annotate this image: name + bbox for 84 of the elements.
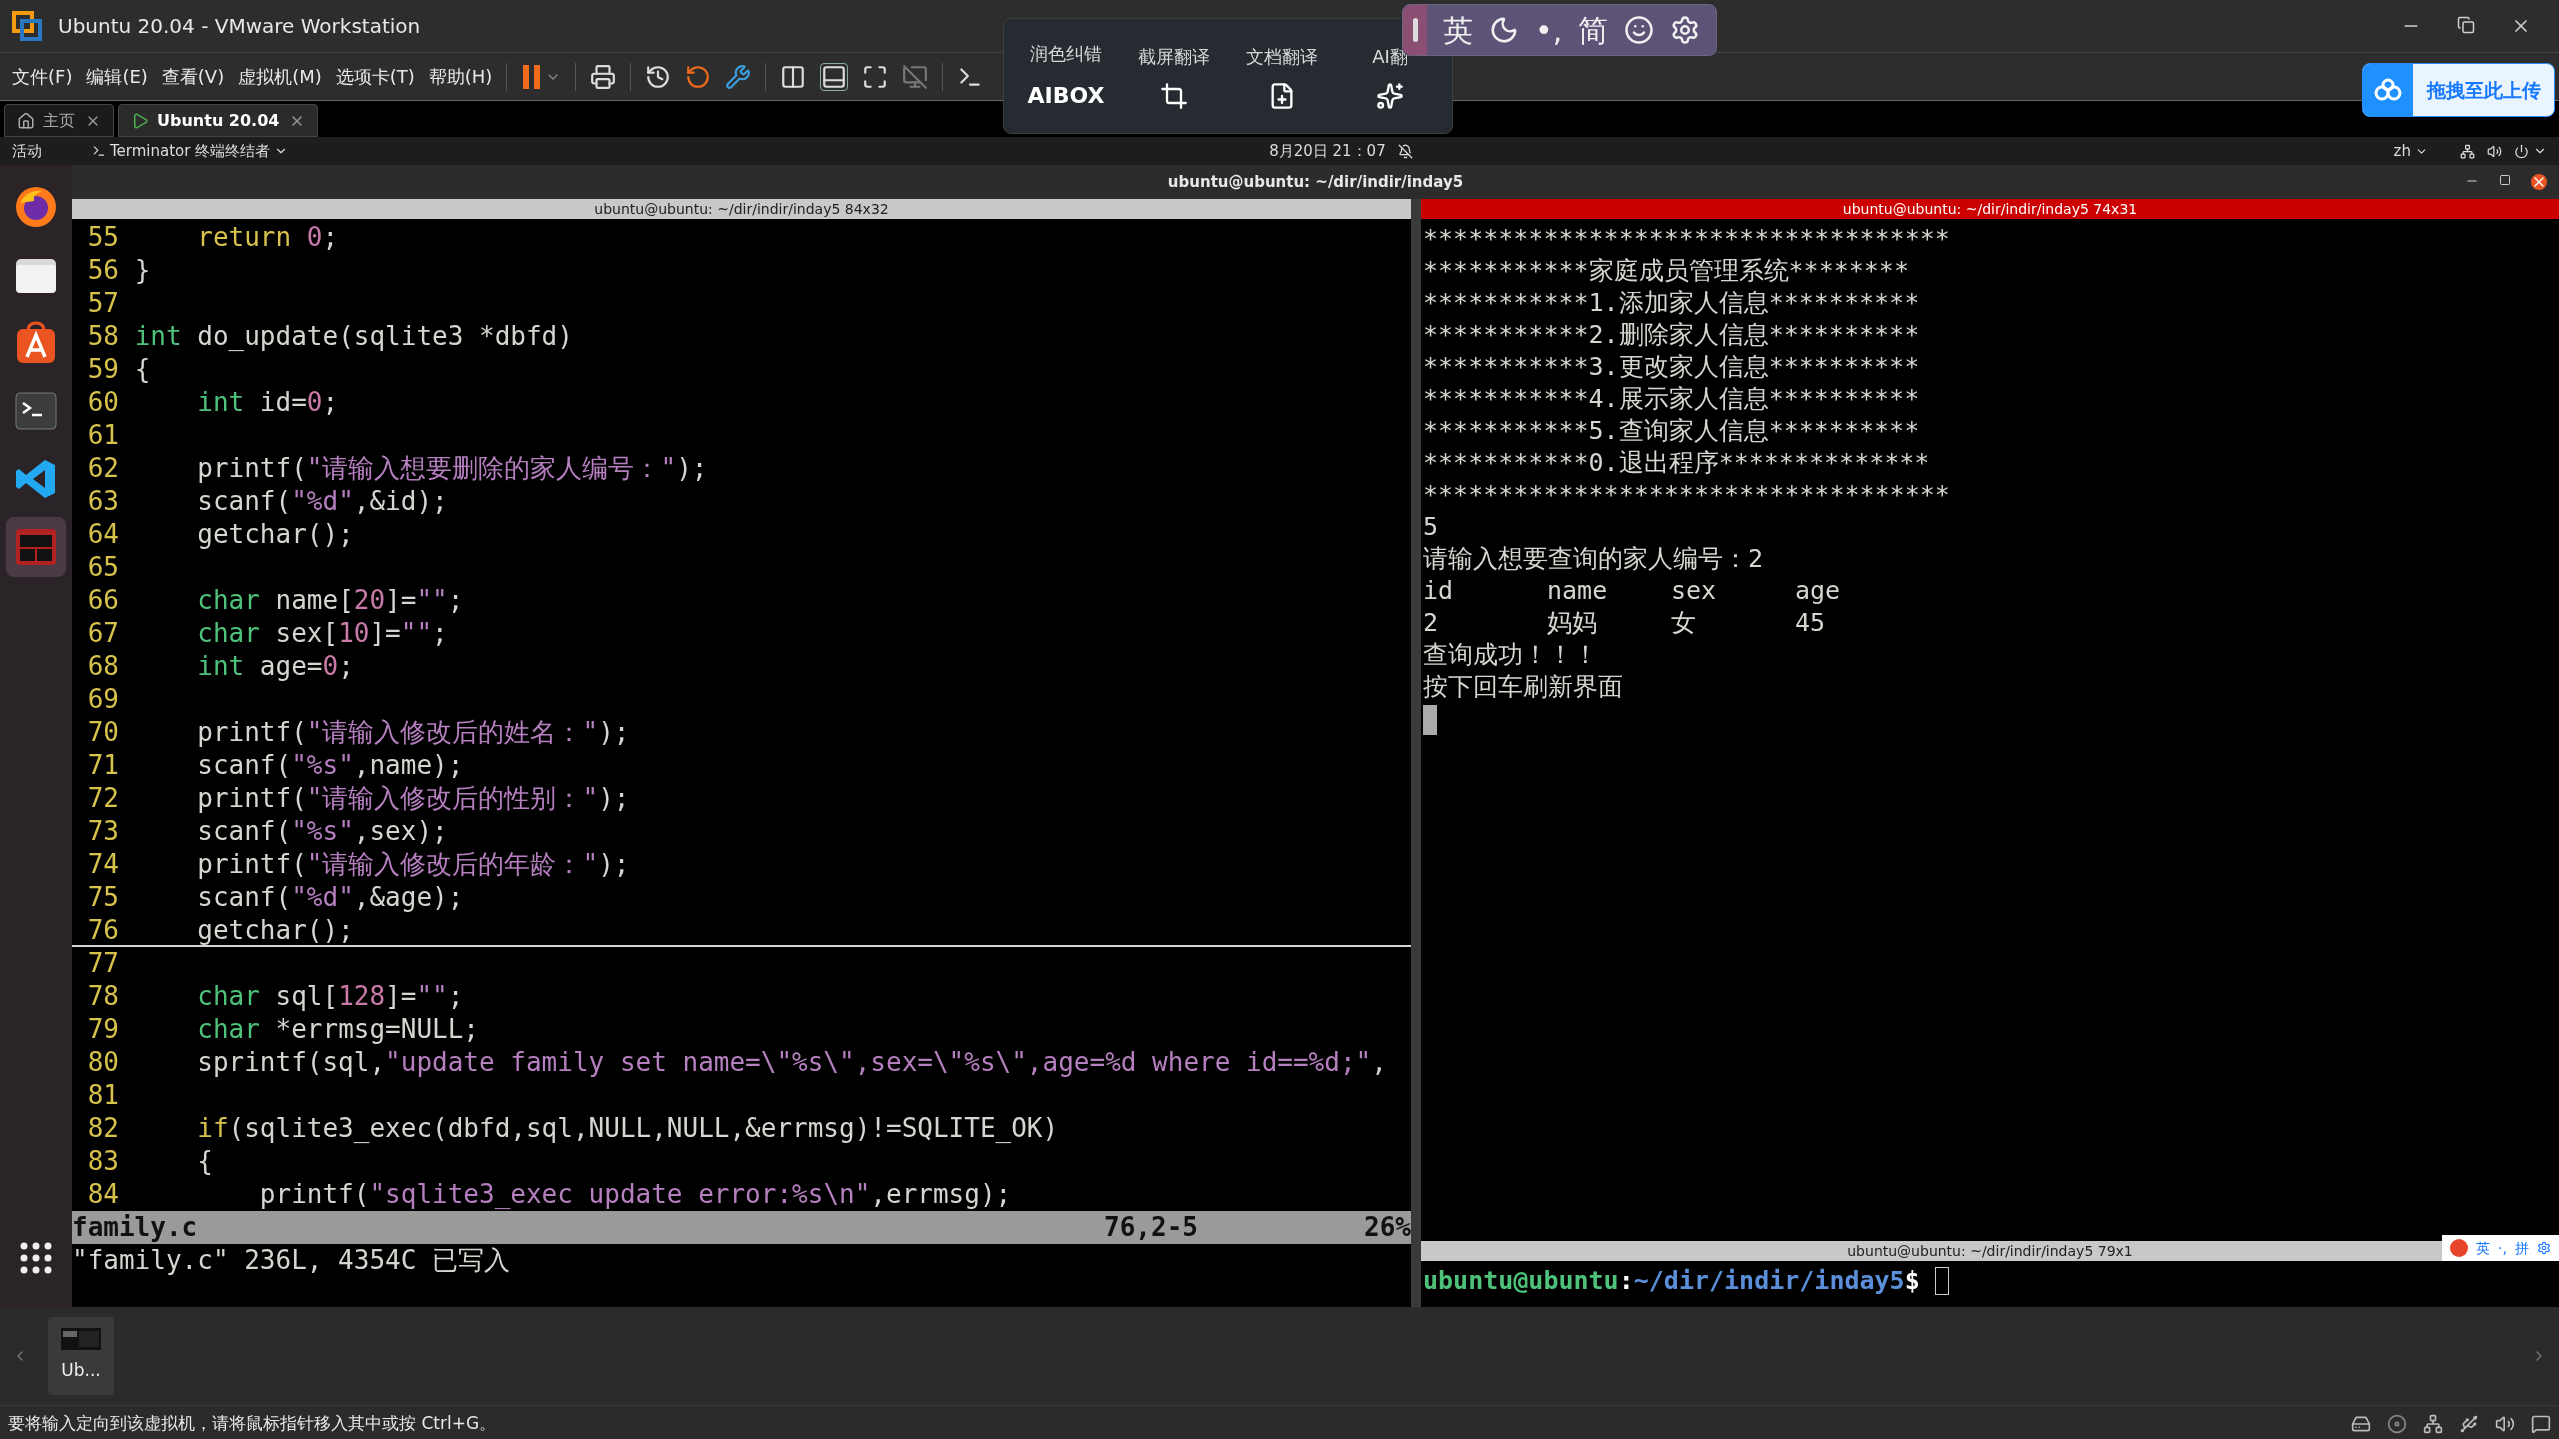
output-line: ***********5.查询家人信息********** — [1423, 415, 1920, 447]
pane-title[interactable]: ubuntu@ubuntu: ~/dir/indir/inday5 79x1 — [1847, 1240, 2133, 1262]
cursor-position: 76,2-5 — [1104, 1211, 1199, 1244]
output-line: ***********1.添加家人信息********** — [1423, 287, 1920, 319]
ime-status-bar[interactable]: 英 ·, 拼 — [2442, 1235, 2559, 1261]
code-line: 56 } — [86, 254, 152, 287]
language-menu[interactable]: zh — [2393, 139, 2411, 163]
output-line: 请输入想要查询的家人编号：2 — [1423, 543, 1764, 575]
tab[interactable]: 主页 — [4, 104, 114, 137]
menu-item[interactable]: 选项卡(T) — [335, 63, 415, 90]
ime-option[interactable]: 英 — [1443, 7, 1473, 53]
vm-thumbnail[interactable]: Ub... — [48, 1317, 114, 1395]
menu-item[interactable]: 虚拟机(M) — [238, 63, 322, 90]
code-line: 78 char sql[128]=""; — [86, 980, 465, 1013]
code-line: 58 int do_update(sqlite3 *dbfd) — [86, 320, 574, 353]
code-line: 71 scanf("%s",name); — [86, 749, 465, 782]
ime-option[interactable]: •, — [1535, 7, 1563, 53]
scroll-percent: 26% — [1364, 1211, 1411, 1244]
code-line: 74 printf("请输入修改后的年龄："); — [86, 848, 631, 881]
pane-title-bar[interactable]: ubuntu@ubuntu: ~/dir/indir/inday5 74x31 — [1421, 199, 2559, 219]
app-menu[interactable]: Terminator 终端终结者 — [110, 139, 271, 163]
code-line: 60 int id=0; — [86, 386, 340, 419]
code-line: 55 return 0; — [86, 221, 340, 254]
code-line: 67 char sex[10]=""; — [86, 617, 449, 650]
output-line: 5 — [1423, 511, 1439, 543]
table-cell-text: 女 — [1671, 607, 1697, 639]
table-cell-text: id — [1423, 575, 1455, 607]
code-line: 69 — [86, 683, 120, 716]
table-cell-text: age — [1795, 575, 1842, 607]
output-line: 查询成功！！！ — [1423, 639, 1598, 671]
code-line: 84 printf("sqlite3_exec update error:%s\n",errmsg); — [86, 1178, 1013, 1211]
code-line: 75 scanf("%d",&age); — [86, 881, 465, 914]
output-line: *********************************** — [1423, 479, 1950, 511]
code-line: 59 { — [86, 353, 152, 386]
code-line: 66 char name[20]=""; — [86, 584, 465, 617]
code-line: 62 printf("请输入想要删除的家人编号："); — [86, 452, 709, 485]
code-line: 70 printf("请输入修改后的姓名："); — [86, 716, 631, 749]
window-title: Ubuntu 20.04 - VMware Workstation — [58, 13, 421, 40]
code-line: 65 — [86, 551, 120, 584]
output-line: 按下回车刷新界面 — [1423, 671, 1623, 703]
output-line: ***********2.删除家人信息********** — [1423, 319, 1920, 351]
code-line: 83 { — [86, 1145, 214, 1178]
code-line: 80 sprintf(sql,"update family set name=\"%s\",sex=\"%s\",age=%d where id==%d;", — [86, 1046, 1388, 1079]
code-line: 79 char *errmsg=NULL; — [86, 1013, 480, 1046]
translate-tool-button[interactable]: 文档翻译 — [1228, 26, 1336, 126]
code-line: 68 int age=0; — [86, 650, 355, 683]
translate-tool-button[interactable]: 润色纠错 AIBOX — [1012, 26, 1120, 126]
code-line: 82 if(sqlite3_exec(dbfd,sql,NULL,NULL,&errmsg)!=SQLITE_OK) — [86, 1112, 1060, 1145]
terminal-window-title: ubuntu@ubuntu: ~/dir/indir/inday5 — [1167, 171, 1464, 193]
aibox-logo: AIBOX — [1027, 82, 1105, 110]
table-cell-text: sex — [1671, 575, 1718, 607]
clock[interactable]: 8月20日 21：07 — [1269, 139, 1386, 163]
table-cell-text: 妈妈 — [1547, 607, 1598, 639]
table-cell-text: 2 — [1423, 607, 1440, 639]
upload-button[interactable]: 拖拽至此上传 — [2362, 63, 2555, 117]
tab[interactable]: Ubuntu 20.04 — [118, 104, 318, 137]
file-name: family.c — [72, 1211, 198, 1244]
output-line: ***********3.更改家人信息********** — [1423, 351, 1920, 383]
ime-option[interactable]: 简 — [1578, 7, 1609, 53]
code-line: 63 scanf("%d",&id); — [86, 485, 449, 518]
table-cell-text: 45 — [1795, 607, 1827, 639]
code-line: 77 — [86, 947, 120, 980]
code-line: 72 printf("请输入修改后的性别："); — [86, 782, 631, 815]
code-line: 76 getchar(); — [72, 914, 1411, 947]
pane-title-bar[interactable]: ubuntu@ubuntu: ~/dir/indir/inday5 84x32 — [72, 199, 1411, 219]
translate-tool-button[interactable]: 截屏翻译 — [1120, 26, 1228, 126]
menu-item[interactable]: 文件(F) — [12, 63, 73, 90]
output-line: ***********家庭成员管理系统******** — [1423, 255, 1909, 287]
code-line: 81 — [86, 1079, 120, 1112]
status-message: 要将输入定向到该虚拟机，请将鼠标指针移入其中或按 Ctrl+G。 — [8, 1411, 497, 1435]
output-line: ***********4.展示家人信息********** — [1423, 383, 1920, 415]
code-line: 57 — [86, 287, 120, 320]
code-line: 64 getchar(); — [86, 518, 355, 551]
shell-prompt: ubuntu@ubuntu:~/dir/indir/inday5$ — [1421, 1261, 2559, 1301]
code-line: 73 scanf("%s",sex); — [86, 815, 449, 848]
output-line: *********************************** — [1423, 223, 1950, 255]
activities-button[interactable]: 活动 — [12, 139, 72, 163]
output-line: ***********0.退出程序************** — [1423, 447, 1930, 479]
code-line: 61 — [86, 419, 120, 452]
menu-item[interactable]: 编辑(E) — [86, 63, 148, 90]
table-cell-text: name — [1547, 575, 1609, 607]
command-line-message: "family.c" 236L, 4354C 已写入 — [72, 1244, 512, 1277]
menu-item[interactable]: 帮助(H) — [428, 63, 493, 90]
menu-item[interactable]: 查看(V) — [161, 63, 225, 90]
